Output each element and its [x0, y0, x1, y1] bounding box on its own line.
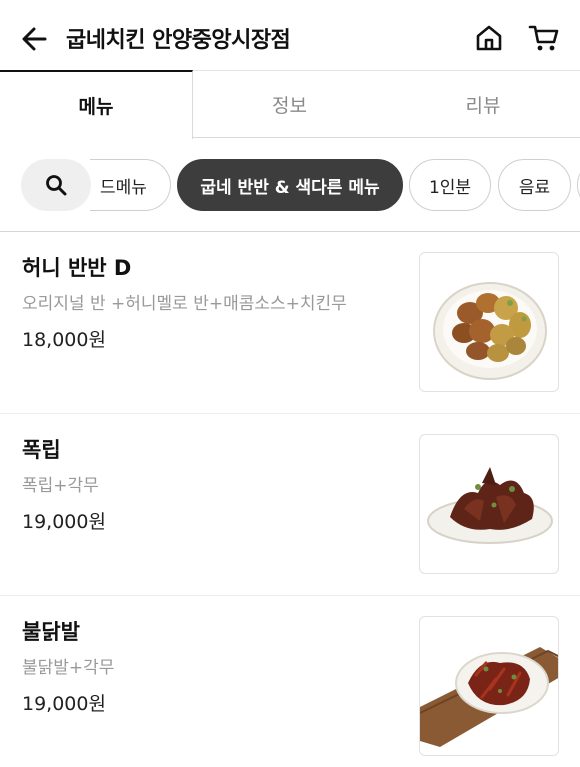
category-chip-half-half[interactable]: 굽네 반반 & 색다른 메뉴 — [177, 159, 403, 211]
home-button[interactable] — [474, 23, 504, 53]
menu-item-price: 19,000원 — [22, 693, 106, 715]
menu-item-image-pork-ribs — [419, 434, 559, 574]
menu-item-price: 19,000원 — [22, 511, 106, 533]
menu-item-price: 18,000원 — [22, 329, 106, 351]
menu-item-image-chicken-feet — [419, 616, 559, 756]
menu-item[interactable]: 폭립 폭립+각무 19,000원 — [0, 414, 580, 596]
tab-info[interactable]: 정보 — [193, 70, 386, 138]
menu-item[interactable]: 허니 반반 D 오리지널 반 +허니멜로 반+매콤소스+치킨무 18,000원 — [0, 232, 580, 414]
menu-item[interactable]: 불닭발 불닭발+각무 19,000원 — [0, 596, 580, 767]
category-chip-drinks[interactable]: 음료 — [498, 159, 571, 211]
cart-button[interactable] — [528, 23, 560, 53]
menu-item-name: 폭립 — [22, 438, 61, 462]
category-chip-bar: 드메뉴 굽네 반반 & 색다른 메뉴 1인분 음료 — [0, 158, 580, 212]
tab-bar: 메뉴 정보 리뷰 — [0, 70, 580, 139]
back-button[interactable] — [20, 24, 50, 54]
menu-item-name: 허니 반반 D — [22, 256, 132, 280]
menu-item-description: 불닭발+각무 — [22, 658, 115, 678]
category-chip-side-menu[interactable]: 드메뉴 — [90, 159, 171, 211]
home-icon — [476, 25, 502, 51]
menu-item-image-fried-chicken — [419, 252, 559, 392]
category-chip-single[interactable]: 1인분 — [409, 159, 491, 211]
menu-item-description: 폭립+각무 — [22, 476, 99, 496]
app-header: 굽네치킨 안양중앙시장점 — [0, 0, 580, 70]
search-button[interactable] — [21, 159, 91, 211]
cart-icon — [528, 25, 559, 51]
arrow-left-icon — [22, 27, 47, 51]
store-title: 굽네치킨 안양중앙시장점 — [66, 28, 291, 53]
tab-menu[interactable]: 메뉴 — [0, 70, 193, 139]
menu-item-description: 오리지널 반 +허니멜로 반+매콤소스+치킨무 — [22, 294, 347, 314]
tab-reviews[interactable]: 리뷰 — [386, 70, 580, 138]
menu-item-name: 불닭발 — [22, 620, 80, 644]
search-icon — [46, 175, 67, 196]
